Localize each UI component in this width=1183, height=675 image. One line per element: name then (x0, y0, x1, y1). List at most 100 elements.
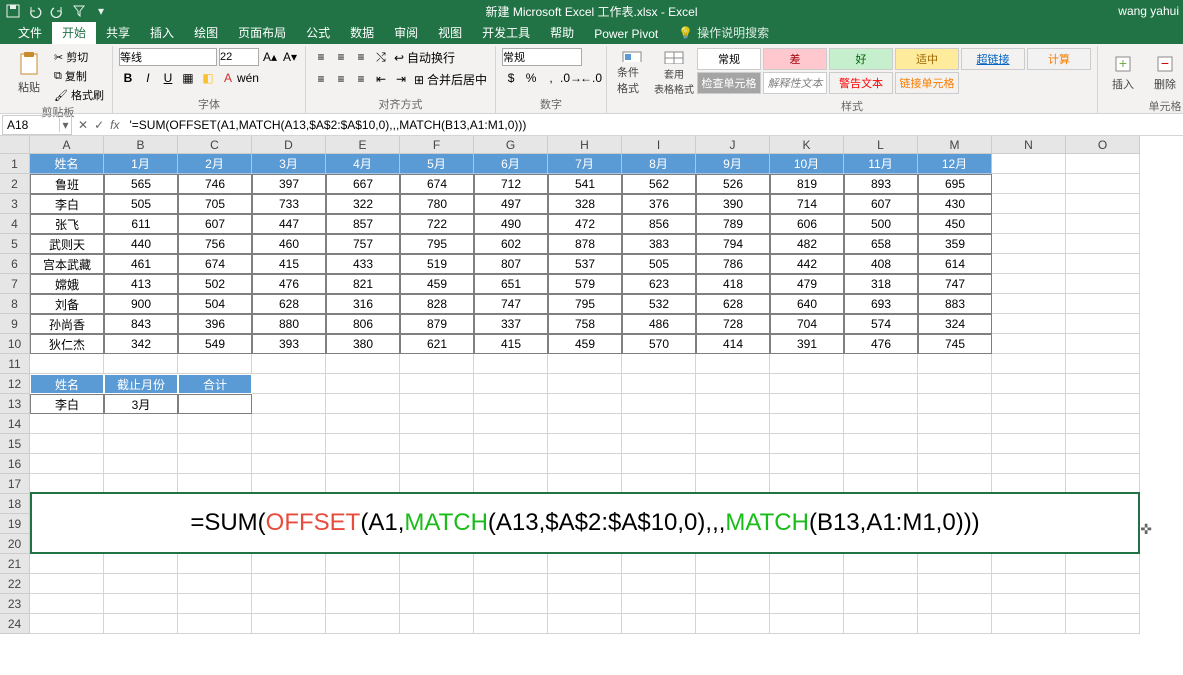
cell[interactable] (252, 474, 326, 494)
cell[interactable] (622, 374, 696, 394)
orientation-icon[interactable]: ⤭ (372, 48, 390, 66)
cell[interactable] (30, 434, 104, 454)
cell[interactable] (326, 454, 400, 474)
cell[interactable] (622, 614, 696, 634)
cell[interactable]: 747 (918, 274, 992, 294)
cell[interactable]: 460 (252, 234, 326, 254)
cell[interactable] (548, 594, 622, 614)
cell[interactable] (326, 594, 400, 614)
font-name-select[interactable] (119, 48, 217, 66)
cell[interactable] (844, 454, 918, 474)
indent-dec-icon[interactable]: ⇤ (372, 70, 390, 88)
style-calc[interactable]: 计算 (1027, 48, 1091, 70)
cell[interactable] (696, 574, 770, 594)
cell[interactable] (400, 394, 474, 414)
cell[interactable] (918, 434, 992, 454)
cell[interactable] (622, 474, 696, 494)
cell[interactable] (1066, 274, 1140, 294)
save-icon[interactable] (4, 2, 22, 20)
cell[interactable]: 476 (844, 334, 918, 354)
cell[interactable]: 722 (400, 214, 474, 234)
cell[interactable]: 430 (918, 194, 992, 214)
cell[interactable] (696, 434, 770, 454)
cell[interactable] (548, 574, 622, 594)
cell[interactable] (992, 174, 1066, 194)
cell[interactable] (918, 574, 992, 594)
cell[interactable] (1066, 294, 1140, 314)
cell[interactable] (992, 334, 1066, 354)
cell[interactable] (1066, 254, 1140, 274)
redo-icon[interactable] (48, 2, 66, 20)
cell[interactable] (844, 354, 918, 374)
cell[interactable] (622, 574, 696, 594)
cell[interactable] (326, 354, 400, 374)
col-header[interactable]: H (548, 136, 622, 154)
tab-data[interactable]: 数据 (340, 21, 384, 44)
row-header[interactable]: 1 (0, 154, 30, 174)
name-box-dropdown-icon[interactable]: ▾ (59, 118, 71, 132)
col-header[interactable]: G (474, 136, 548, 154)
cell[interactable] (400, 594, 474, 614)
cell[interactable]: 806 (326, 314, 400, 334)
cell[interactable]: 合计 (178, 374, 252, 394)
cell[interactable]: 479 (770, 274, 844, 294)
cell[interactable] (178, 394, 252, 414)
align-bottom-icon[interactable]: ≡ (352, 48, 370, 66)
tab-layout[interactable]: 页面布局 (228, 21, 296, 44)
cell[interactable]: 武则天 (30, 234, 104, 254)
cell[interactable] (1066, 174, 1140, 194)
cell[interactable]: 孙尚香 (30, 314, 104, 334)
cell[interactable] (178, 414, 252, 434)
cell[interactable]: 6月 (474, 154, 548, 174)
cell[interactable] (548, 454, 622, 474)
cell[interactable] (178, 594, 252, 614)
cell-styles-gallery[interactable]: 常规 差 好 适中 超链接 计算 检查单元格 解释性文本 警告文本 链接单元格 (697, 48, 1091, 94)
cell[interactable] (918, 454, 992, 474)
cell[interactable] (696, 594, 770, 614)
row-header[interactable]: 18 (0, 494, 30, 514)
cell[interactable] (400, 614, 474, 634)
row-header[interactable]: 23 (0, 594, 30, 614)
cell[interactable] (400, 474, 474, 494)
cell[interactable] (992, 234, 1066, 254)
cell[interactable]: 442 (770, 254, 844, 274)
row-header[interactable]: 13 (0, 394, 30, 414)
cell[interactable]: 843 (104, 314, 178, 334)
cell[interactable] (992, 154, 1066, 174)
cell[interactable] (844, 434, 918, 454)
cell[interactable]: 433 (326, 254, 400, 274)
cell[interactable]: 459 (548, 334, 622, 354)
cell[interactable] (178, 554, 252, 574)
cell[interactable] (1066, 434, 1140, 454)
cells-area[interactable]: 姓名1月2月3月4月5月6月7月8月9月10月11月12月鲁班565746397… (30, 154, 1140, 634)
cell[interactable] (622, 434, 696, 454)
cell[interactable] (474, 374, 548, 394)
border-icon[interactable]: ▦ (179, 69, 197, 87)
cell[interactable] (1066, 554, 1140, 574)
row-header[interactable]: 9 (0, 314, 30, 334)
select-all-corner[interactable] (0, 136, 30, 154)
cell[interactable] (548, 354, 622, 374)
cell[interactable]: 789 (696, 214, 770, 234)
cell[interactable] (252, 554, 326, 574)
tab-home[interactable]: 开始 (52, 21, 96, 44)
cell[interactable] (474, 614, 548, 634)
cell[interactable]: 900 (104, 294, 178, 314)
filter-icon[interactable] (70, 2, 88, 20)
cell[interactable] (548, 374, 622, 394)
row-header[interactable]: 2 (0, 174, 30, 194)
cell[interactable] (474, 574, 548, 594)
indent-inc-icon[interactable]: ⇥ (392, 70, 410, 88)
cell[interactable]: 794 (696, 234, 770, 254)
bold-icon[interactable]: B (119, 69, 137, 87)
insert-cells-button[interactable]: +插入 (1104, 48, 1142, 98)
cell[interactable] (696, 394, 770, 414)
style-neutral[interactable]: 适中 (895, 48, 959, 70)
cell[interactable]: 526 (696, 174, 770, 194)
cell[interactable]: 鲁班 (30, 174, 104, 194)
tab-formulas[interactable]: 公式 (296, 21, 340, 44)
cell[interactable] (30, 554, 104, 574)
cell[interactable]: 415 (474, 334, 548, 354)
style-good[interactable]: 好 (829, 48, 893, 70)
italic-icon[interactable]: I (139, 69, 157, 87)
